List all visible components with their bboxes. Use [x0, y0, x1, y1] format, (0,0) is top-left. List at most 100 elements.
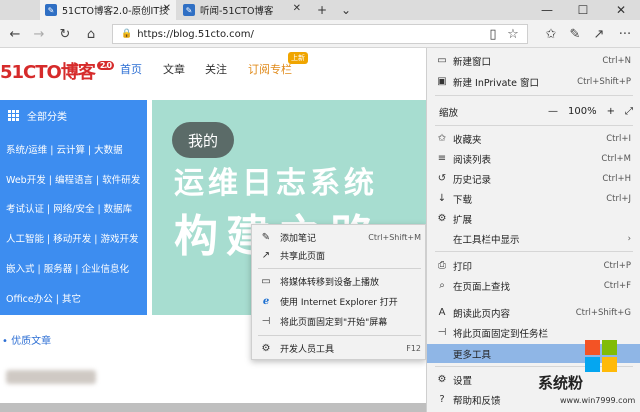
- history-icon: ↺: [437, 173, 447, 184]
- close-tab-icon[interactable]: ✕: [293, 3, 301, 14]
- page-icon: ✎: [183, 4, 195, 16]
- menu-label: 收藏夹: [453, 134, 482, 146]
- developer-tools-item[interactable]: ⚙ 开发人员工具 F12: [252, 339, 427, 357]
- show-in-toolbar-item[interactable]: 在工具栏中显示 ›: [427, 229, 640, 248]
- zoom-in-button[interactable]: +: [607, 106, 615, 117]
- menu-label: 下载: [453, 194, 473, 206]
- separator: [258, 268, 421, 269]
- category-header[interactable]: 全部分类: [8, 108, 67, 123]
- menu-label: 将此页面固定到任务栏: [453, 328, 549, 340]
- open-ie-item[interactable]: ℯ 使用 Internet Explorer 打开: [252, 292, 427, 310]
- close-tab-icon[interactable]: ✕: [163, 3, 171, 14]
- url-text: https://blog.51cto.com/: [137, 28, 254, 40]
- banner-bubble: 我的: [172, 122, 234, 158]
- more-button[interactable]: ···: [614, 24, 636, 44]
- quality-articles-heading[interactable]: • 优质文章: [2, 332, 51, 347]
- new-tab-button[interactable]: +: [312, 0, 332, 20]
- nav-home-link[interactable]: 首页: [120, 60, 142, 78]
- grid-icon: [8, 110, 19, 121]
- menu-label: 阅读列表: [453, 154, 492, 166]
- refresh-button[interactable]: ↻: [54, 24, 76, 44]
- pin-icon: ⊣: [261, 315, 271, 327]
- fullscreen-icon[interactable]: ⤢: [625, 106, 633, 117]
- menu-label: 打印: [453, 261, 473, 273]
- cast-media-item[interactable]: ▭ 将媒体转移到设备上播放: [252, 272, 427, 290]
- maximize-button[interactable]: ☐: [566, 0, 600, 20]
- favorite-star-icon[interactable]: ☆: [502, 24, 524, 44]
- settings-item[interactable]: ⚙ 设置: [427, 370, 640, 389]
- nav-subscribe-link[interactable]: 订阅专栏: [248, 60, 292, 78]
- menu-label: 更多工具: [453, 349, 492, 361]
- menu-label: 添加笔记: [280, 233, 317, 244]
- pen-icon: ✎: [261, 231, 271, 243]
- watermark-text: 系统粉: [538, 374, 584, 392]
- add-notes-item[interactable]: ✎ 添加笔记 Ctrl+Shift+M: [252, 228, 427, 246]
- reading-list-item[interactable]: ≡ 阅读列表 Ctrl+M: [427, 149, 640, 168]
- reading-view-icon[interactable]: ▯: [482, 24, 504, 44]
- nav-follow-link[interactable]: 关注: [205, 60, 227, 78]
- zoom-value: 100%: [568, 106, 597, 117]
- page-bottom-bar: [0, 403, 426, 412]
- cast-icon: ▭: [261, 275, 271, 287]
- forward-button[interactable]: →: [28, 24, 50, 44]
- share-page-item[interactable]: ↗ 共享此页面: [252, 246, 427, 264]
- category-row[interactable]: Web开发 | 编程语言 | 软件研发: [6, 172, 140, 186]
- category-row[interactable]: 人工智能 | 移动开发 | 游戏开发: [6, 231, 138, 245]
- category-row[interactable]: 系统/运维 | 云计算 | 大数据: [6, 142, 123, 156]
- category-panel: 全部分类 系统/运维 | 云计算 | 大数据 Web开发 | 编程语言 | 软件…: [0, 100, 147, 315]
- extensions-icon: ⚙: [437, 213, 447, 224]
- extensions-item[interactable]: ⚙ 扩展: [427, 209, 640, 228]
- nav-articles-link[interactable]: 文章: [163, 60, 185, 78]
- shortcut-label: Ctrl+M: [601, 153, 631, 164]
- close-window-button[interactable]: ✕: [604, 0, 638, 20]
- minimize-button[interactable]: —: [530, 0, 564, 20]
- separator: [258, 335, 421, 336]
- menu-label: 扩展: [453, 214, 473, 226]
- logo-badge: 2.0: [96, 61, 115, 70]
- pin-icon: ⊣: [437, 327, 447, 338]
- home-button[interactable]: ⌂: [80, 24, 102, 44]
- tab-51cto-home[interactable]: ✎ 51CTO博客2.0-原创IT技 ✕: [40, 0, 176, 20]
- print-icon: ⎙: [438, 260, 446, 271]
- address-toolbar: ← → ↻ ⌂ 🔒 https://blog.51cto.com/ ▯ ☆ ✩ …: [0, 20, 640, 48]
- new-inprivate-item[interactable]: ▣ 新建 InPrivate 窗口 Ctrl+Shift+P: [427, 72, 640, 91]
- print-item[interactable]: ⎙ 打印 Ctrl+P: [427, 256, 640, 275]
- category-row[interactable]: Office办公 | 其它: [6, 291, 81, 305]
- zoom-out-button[interactable]: —: [548, 106, 558, 117]
- downloads-item[interactable]: ↓ 下载 Ctrl+J: [427, 189, 640, 208]
- new-window-item[interactable]: ▭ 新建窗口 Ctrl+N: [427, 51, 640, 70]
- address-bar[interactable]: 🔒 https://blog.51cto.com/: [112, 24, 528, 44]
- help-icon: ?: [439, 394, 445, 405]
- history-item[interactable]: ↺ 历史记录 Ctrl+H: [427, 169, 640, 188]
- tab-bar: ✎ 51CTO博客2.0-原创IT技 ✕ ✎ 听闻-51CTO博客 ✕ + ⌄ …: [0, 0, 640, 20]
- category-row[interactable]: 考试认证 | 网络/安全 | 数据库: [6, 201, 132, 215]
- watermark-url: www.win7999.com: [560, 396, 636, 405]
- menu-label: 朗读此页内容: [453, 308, 511, 320]
- lock-icon: 🔒: [121, 29, 133, 39]
- web-notes-icon[interactable]: ✎: [564, 24, 586, 44]
- category-row[interactable]: 嵌入式 | 服务器 | 企业信息化: [6, 261, 129, 275]
- tab-tingwen[interactable]: ✎ 听闻-51CTO博客 ✕: [178, 0, 306, 20]
- menu-label: 使用 Internet Explorer 打开: [280, 297, 398, 308]
- favorites-item[interactable]: ✩ 收藏夹 Ctrl+I: [427, 129, 640, 148]
- download-icon: ↓: [437, 193, 447, 204]
- back-button[interactable]: ←: [4, 24, 26, 44]
- site-logo[interactable]: 51CTO博客 2.0: [0, 58, 115, 84]
- separator: [435, 125, 633, 126]
- logo-text: 51CTO博客: [0, 62, 96, 83]
- share-icon[interactable]: ↗: [588, 24, 610, 44]
- new-badge: 上新: [288, 52, 308, 64]
- blurred-content: [6, 370, 96, 384]
- favorites-icon: ✩: [437, 133, 447, 144]
- more-tools-submenu: ✎ 添加笔记 Ctrl+Shift+M ↗ 共享此页面 ▭ 将媒体转移到设备上播…: [251, 224, 426, 360]
- tab-label: 51CTO博客2.0-原创IT技: [62, 6, 169, 17]
- pin-to-start-item[interactable]: ⊣ 将此页面固定到"开始"屏幕: [252, 312, 427, 330]
- read-aloud-item[interactable]: A 朗读此页内容 Ctrl+Shift+G: [427, 303, 640, 322]
- menu-label: 将此页面固定到"开始"屏幕: [280, 317, 388, 328]
- inprivate-icon: ▣: [437, 76, 447, 87]
- favorites-hub-icon[interactable]: ✩: [540, 24, 562, 44]
- tab-list-icon[interactable]: ⌄: [336, 0, 356, 20]
- find-icon: ⌕: [439, 280, 445, 291]
- find-on-page-item[interactable]: ⌕ 在页面上查找 Ctrl+F: [427, 276, 640, 295]
- shortcut-label: Ctrl+Shift+M: [368, 232, 421, 242]
